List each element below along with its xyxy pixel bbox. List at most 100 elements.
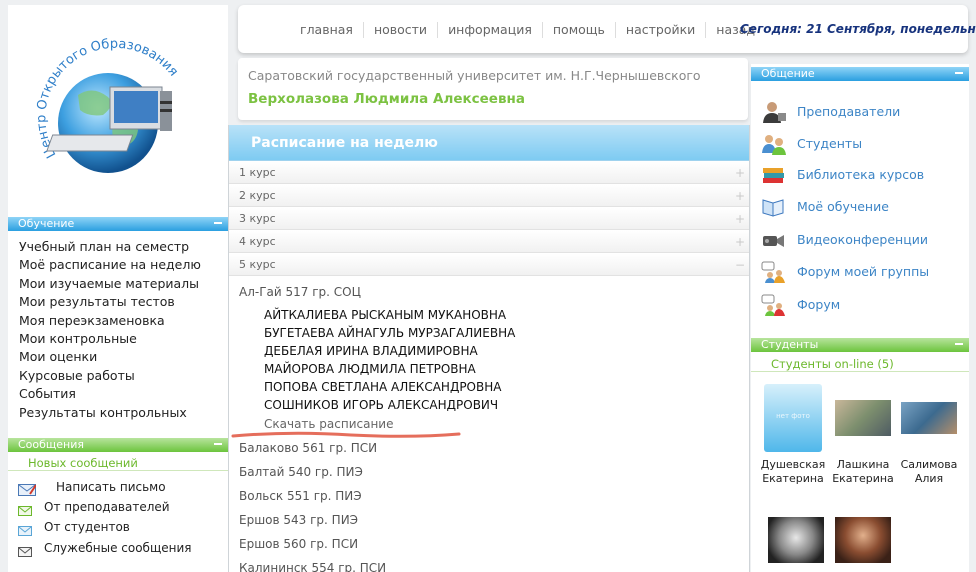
online-student-card[interactable] [830,517,896,563]
menu-item-my-grades[interactable]: Мои оценки [8,348,228,366]
course-label: 4 курс [239,235,276,248]
messages-from-teachers-link[interactable]: От преподавателей [18,497,170,517]
user-name: Верхолазова Людмила Алексеевна [248,91,525,107]
section-communication-title: Общение [761,67,815,80]
students-icon [761,133,787,155]
menu-item-test-results-control[interactable]: Результаты контрольных [8,404,228,422]
online-student-card[interactable]: нет фото Душевская Екатерина [760,384,826,486]
avatar [901,402,957,434]
expand-icon[interactable]: + [735,162,745,184]
group-link[interactable]: Балаково 561 гр. ПСИ [239,441,377,455]
no-photo-label: нет фото [776,412,810,420]
expand-icon[interactable]: + [735,185,745,207]
section-messages-header: Сообщения [8,438,228,452]
comm-label: Моё обучение [797,199,889,214]
comm-label: Библиотека курсов [797,167,925,182]
today-date: Сегодня: 21 Сентября, понедельник [740,22,976,36]
student-row: БУГЕТАЕВА АЙНАГУЛЬ МУРЗАГАЛИЕВНА [264,326,516,340]
course-row-2[interactable]: 2 курс + [229,185,749,207]
student-row: ПОПОВА СВЕТЛАНА АЛЕКСАНДРОВНА [264,380,502,394]
minimize-icon[interactable] [214,443,222,445]
online-student-card[interactable]: Лашкина Екатерина [830,384,896,486]
students-online-link[interactable]: Студенты on-line (5) [751,356,969,372]
avatar: нет фото [764,384,822,452]
course-row-5[interactable]: 5 курс − [229,254,749,276]
schedule-header: Расписание на неделю [229,125,749,161]
forum-icon [761,294,787,316]
open-book-icon [761,196,787,218]
student-name: Душевская Екатерина [760,458,826,485]
from-students-label: От студентов [44,520,130,534]
student-row: ДЕБЕЛАЯ ИРИНА ВЛАДИМИРОВНА [264,344,478,358]
group-link[interactable]: Калининск 554 гр. ПСИ [239,561,386,572]
course-row-4[interactable]: 4 курс + [229,231,749,253]
avatar [835,400,891,436]
expand-icon[interactable]: + [735,208,745,230]
service-messages-label: Служебные сообщения [44,541,192,555]
nav-link-settings[interactable]: настройки [616,22,707,38]
highlight-underline [231,431,461,438]
section-students-title: Студенты [761,338,819,351]
comm-label: Студенты [797,136,863,151]
student-row: СОШНИКОВ ИГОРЬ АЛЕКСАНДРОВИЧ [264,398,499,412]
course-label: 3 курс [239,212,276,225]
envelope-icon [18,543,36,557]
left-column: Центр Открытого Образования Обучение Уче… [8,5,228,572]
logo[interactable]: Центр Открытого Образования [8,5,228,213]
nav-links: главная новости информация помощь настройки н… [290,22,765,38]
online-student-card[interactable]: Салимова Алия [896,384,962,486]
section-study-title: Обучение [18,217,75,230]
group-link[interactable]: Ершов 560 гр. ПСИ [239,537,358,551]
group-link[interactable]: Балтай 540 гр. ПИЭ [239,465,363,479]
new-messages-link[interactable]: Новых сообщений [8,455,228,471]
minimize-icon[interactable] [955,72,963,74]
nav-link-info[interactable]: информация [438,22,543,38]
menu-item-my-tests[interactable]: Мои контрольные [8,330,228,348]
nav-link-help[interactable]: помощь [543,22,616,38]
teacher-icon [761,101,787,123]
collapse-icon[interactable]: − [735,254,745,276]
section-communication-header: Общение [751,67,969,81]
envelope-icon [18,522,36,536]
menu-item-events[interactable]: События [8,385,228,403]
write-letter-icon [18,482,37,496]
menu-item-study-plan[interactable]: Учебный план на семестр [8,238,228,256]
service-messages-link[interactable]: Служебные сообщения [18,538,192,558]
menu-item-my-materials[interactable]: Мои изучаемые материалы [8,275,228,293]
student-row: АЙТКАЛИЕВА РЫСКАНЫМ МУКАНОВНА [264,308,507,322]
course-row-1[interactable]: 1 курс + [229,162,749,184]
schedule-panel: Расписание на неделю 1 курс + 2 курс + 3… [228,125,750,572]
group-link[interactable]: Ал-Гай 517 гр. СОЦ [239,285,361,299]
group-link[interactable]: Ершов 543 гр. ПИЭ [239,513,358,527]
menu-item-test-results[interactable]: Мои результаты тестов [8,293,228,311]
section-messages-title: Сообщения [18,438,85,451]
video-camera-icon [761,229,787,251]
messages-from-students-link[interactable]: От студентов [18,517,130,537]
write-letter-link[interactable]: Написать письмо [18,477,166,497]
minimize-icon[interactable] [214,222,222,224]
minimize-icon[interactable] [955,343,963,345]
write-letter-label: Написать письмо [56,480,166,494]
menu-item-coursework[interactable]: Курсовые работы [8,367,228,385]
group-link[interactable]: Вольск 551 гр. ПИЭ [239,489,362,503]
nav-link-home[interactable]: главная [290,22,364,38]
section-students-header: Студенты [751,338,969,352]
course-label: 1 курс [239,166,276,179]
course-row-3[interactable]: 3 курс + [229,208,749,230]
expand-icon[interactable]: + [735,231,745,253]
comm-label: Форум моей группы [797,264,930,279]
from-teachers-label: От преподавателей [44,500,170,514]
comm-label: Преподаватели [797,104,901,119]
header-info: Саратовский государственный университет … [238,58,748,120]
nav-link-news[interactable]: новости [364,22,439,38]
menu-item-my-schedule[interactable]: Моё расписание на неделю [8,256,228,274]
study-menu: Учебный план на семестр Моё расписание н… [8,238,228,422]
university-name: Саратовский государственный университет … [248,68,701,83]
download-schedule-link[interactable]: Скачать расписание [264,417,394,431]
schedule-title: Расписание на неделю [251,135,438,151]
student-name: Лашкина Екатерина [832,458,894,485]
online-student-card[interactable] [763,517,829,563]
books-icon [761,164,787,186]
envelope-icon [18,502,36,516]
menu-item-reexam[interactable]: Моя переэкзаменовка [8,312,228,330]
